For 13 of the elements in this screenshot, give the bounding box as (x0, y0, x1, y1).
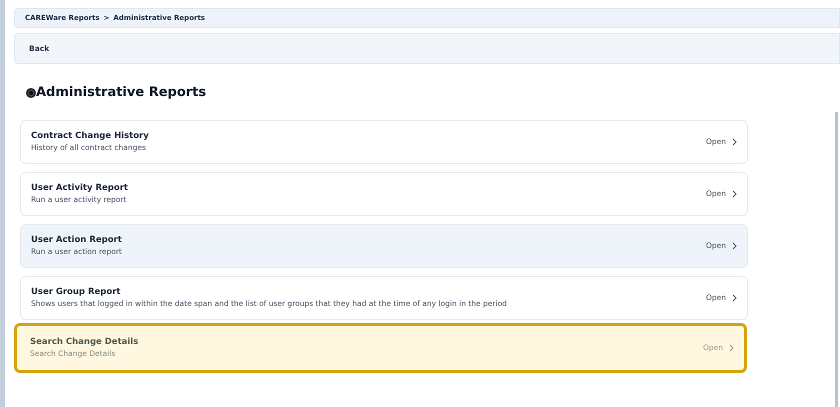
chevron-right-icon (732, 190, 737, 198)
page-heading: Administrative Reports (36, 85, 206, 101)
chevron-right-icon (729, 344, 734, 352)
report-title: User Action Report (31, 234, 122, 246)
chevron-right-icon (732, 242, 737, 250)
scrollbar[interactable] (835, 112, 838, 407)
report-title: User Group Report (31, 286, 122, 298)
circle-icon (26, 88, 36, 98)
chevron-right-icon (732, 294, 737, 302)
chevron-right-icon (732, 138, 737, 146)
report-title: User Activity Report (31, 182, 128, 194)
report-title: Contract Change History (31, 130, 149, 142)
report-title: Search Change Details (30, 336, 138, 348)
